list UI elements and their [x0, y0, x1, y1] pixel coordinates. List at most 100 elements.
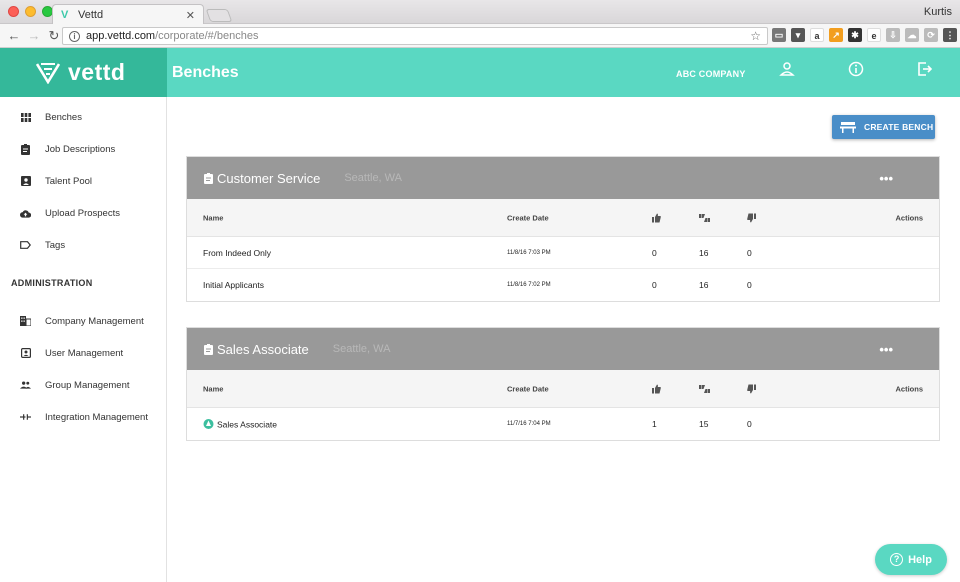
- amazon-icon[interactable]: a: [810, 28, 824, 42]
- url-path: /corporate/#/benches: [155, 30, 259, 42]
- vettd-favicon-icon: V: [61, 8, 69, 21]
- create-bench-button[interactable]: CREATE BENCH: [832, 115, 935, 139]
- table-header: Name Create Date Actions: [187, 370, 939, 408]
- graph-icon[interactable]: ↗: [829, 28, 843, 42]
- bookmark-star-icon[interactable]: ☆: [750, 29, 761, 43]
- bench-card-customer-service: Customer Service Seattle, WA ••• Name Cr…: [186, 156, 940, 302]
- help-button[interactable]: ? Help: [875, 544, 947, 575]
- clipboard-icon: [20, 143, 31, 155]
- bench-header: Customer Service Seattle, WA •••: [187, 157, 939, 199]
- tab-close-icon[interactable]: ✕: [186, 9, 195, 22]
- address-bar[interactable]: i app.vettd.com/corporate/#/benches ☆: [62, 27, 768, 45]
- url-host: app.vettd.com: [86, 30, 156, 42]
- logo-text: vettd: [68, 59, 126, 85]
- window-controls: [8, 6, 53, 17]
- table-row[interactable]: Initial Applicants 11/8/16 7:02 PM 0 16 …: [187, 269, 939, 301]
- row-thumbs-down-count: 0: [747, 419, 752, 429]
- browser-tab[interactable]: V Vettd ✕: [52, 4, 204, 25]
- window-close-button[interactable]: [8, 6, 19, 17]
- row-name-cell[interactable]: Sales Associate: [203, 419, 277, 430]
- user-box-icon: [20, 348, 31, 359]
- sidebar-item-job-descriptions[interactable]: Job Descriptions: [0, 133, 166, 165]
- table-row[interactable]: Sales Associate 11/7/16 7:04 PM 1 15 0: [187, 408, 939, 440]
- thumbs-up-icon[interactable]: [652, 213, 661, 222]
- table-row[interactable]: From Indeed Only 11/8/16 7:03 PM 0 16 0: [187, 237, 939, 269]
- bench-menu-button[interactable]: •••: [879, 342, 893, 357]
- bench-title[interactable]: Sales Associate: [217, 342, 309, 357]
- sidebar-item-label: Job Descriptions: [45, 143, 116, 155]
- download-icon[interactable]: ⇩: [886, 28, 900, 42]
- bench-header: Sales Associate Seattle, WA •••: [187, 328, 939, 370]
- extension-bar: ▭ ▾ a ↗ ✱ e ⇩ ☁ ⟳ ⋮: [772, 28, 957, 42]
- sidebar-item-tags[interactable]: Tags: [0, 229, 166, 261]
- row-name[interactable]: From Indeed Only: [203, 248, 271, 258]
- sidebar-item-user-management[interactable]: User Management: [0, 337, 166, 369]
- sidebar-item-label: Upload Prospects: [45, 207, 120, 219]
- row-maybe-count: 16: [699, 247, 709, 258]
- sidebar-item-label: User Management: [45, 347, 124, 359]
- column-header-name[interactable]: Name: [203, 384, 223, 393]
- page-title: Benches: [172, 64, 239, 81]
- ebay-icon[interactable]: e: [867, 28, 881, 42]
- sidebar-item-label: Talent Pool: [45, 175, 93, 187]
- table-header: Name Create Date Actions: [187, 199, 939, 237]
- bench-title[interactable]: Customer Service: [217, 171, 320, 186]
- back-icon[interactable]: ←: [6, 28, 22, 44]
- bench-card-sales-associate: Sales Associate Seattle, WA ••• Name Cre…: [186, 327, 940, 441]
- column-header-actions: Actions: [895, 384, 923, 393]
- row-create-date: 11/7/16 7:04 PM: [507, 421, 551, 427]
- row-create-date: 11/8/16 7:03 PM: [507, 249, 551, 256]
- sidebar-item-talent-pool[interactable]: Talent Pool: [0, 165, 166, 197]
- thumbs-down-icon[interactable]: [747, 384, 756, 393]
- row-maybe-count: 15: [699, 419, 709, 429]
- sidebar-item-integration-management[interactable]: Integration Management: [0, 401, 166, 433]
- sidebar-item-label: Group Management: [45, 379, 130, 391]
- sidebar-item-benches[interactable]: Benches: [0, 101, 166, 133]
- sidebar-section-administration: ADMINISTRATION: [11, 278, 93, 288]
- row-name[interactable]: Initial Applicants: [203, 280, 264, 290]
- browser-titlebar: V Vettd ✕ Kurtis: [0, 0, 960, 25]
- sidebar-item-group-management[interactable]: Group Management: [0, 369, 166, 401]
- cast-icon[interactable]: ▭: [772, 28, 786, 42]
- logo[interactable]: vettd: [0, 48, 167, 97]
- gear-icon[interactable]: ✱: [848, 28, 862, 42]
- bench-menu-button[interactable]: •••: [879, 171, 893, 186]
- sidebar-item-company-management[interactable]: Company Management: [0, 305, 166, 337]
- column-header-name[interactable]: Name: [203, 213, 223, 222]
- maybe-icon[interactable]: [699, 384, 710, 393]
- site-info-icon[interactable]: i: [69, 30, 80, 42]
- thumbs-down-icon[interactable]: [747, 213, 756, 222]
- reload-icon[interactable]: ↻: [46, 28, 62, 44]
- column-header-create-date[interactable]: Create Date: [507, 384, 549, 393]
- company-name[interactable]: ABC COMPANY: [676, 69, 746, 79]
- help-question-icon: ?: [890, 553, 904, 566]
- window-minimize-button[interactable]: [25, 6, 36, 17]
- new-tab-button[interactable]: [205, 9, 233, 22]
- menu-icon[interactable]: ⋮: [943, 28, 957, 42]
- row-thumbs-up-count: 0: [652, 280, 657, 290]
- sidebar-item-upload-prospects[interactable]: Upload Prospects: [0, 197, 166, 229]
- vettd-logo-icon: [36, 62, 60, 84]
- logout-icon[interactable]: [917, 61, 933, 77]
- cloud-icon[interactable]: ☁: [905, 28, 919, 42]
- column-header-create-date[interactable]: Create Date: [507, 213, 549, 222]
- sync-icon[interactable]: ⟳: [924, 28, 938, 42]
- thumbs-up-icon[interactable]: [652, 384, 661, 393]
- maybe-icon[interactable]: [699, 213, 710, 222]
- sidebar: Benches Job Descriptions Talent Pool Upl…: [0, 97, 167, 582]
- cloud-upload-icon: [20, 208, 31, 219]
- row-thumbs-down-count: 0: [747, 280, 752, 290]
- row-name[interactable]: Sales Associate: [217, 419, 277, 429]
- browser-user-name[interactable]: Kurtis: [924, 6, 952, 18]
- clipboard-icon: [204, 343, 213, 355]
- building-icon: [20, 316, 31, 327]
- pocket-icon[interactable]: ▾: [791, 28, 805, 42]
- user-icon[interactable]: [779, 61, 795, 77]
- tab-title: Vettd: [78, 9, 104, 21]
- contact-card-icon: [20, 176, 31, 187]
- forward-icon[interactable]: →: [26, 28, 42, 44]
- row-thumbs-up-count: 1: [652, 419, 657, 429]
- bench-icon: [840, 121, 856, 133]
- group-icon: [20, 380, 31, 391]
- info-icon[interactable]: [848, 61, 864, 77]
